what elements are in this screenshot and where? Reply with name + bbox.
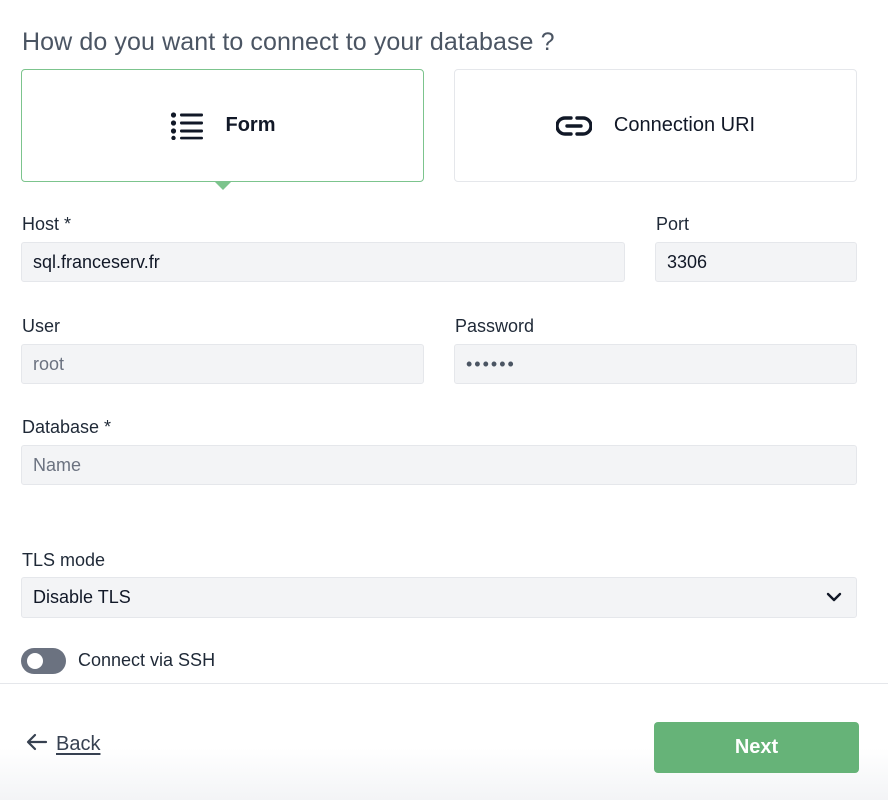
ssh-toggle[interactable] — [21, 648, 66, 674]
tls-mode-label: TLS mode — [22, 550, 106, 570]
back-link[interactable]: Back — [26, 733, 100, 756]
link-icon — [555, 115, 592, 136]
next-button[interactable]: Next — [654, 722, 859, 773]
page-title: How do you want to connect to your datab… — [22, 28, 555, 56]
database-input[interactable] — [21, 445, 857, 485]
back-label: Back — [56, 733, 101, 755]
ssh-toggle-label: Connect via SSH — [78, 650, 216, 670]
toggle-knob — [27, 653, 43, 669]
tls-mode-value: Disable TLS — [33, 587, 131, 607]
arrow-left-icon — [26, 733, 48, 756]
list-icon — [170, 111, 204, 140]
host-label: Host * — [22, 214, 72, 234]
method-form-label: Form — [225, 114, 276, 136]
port-label: Port — [656, 214, 690, 234]
method-uri-label: Connection URI — [613, 114, 756, 136]
password-input[interactable] — [454, 344, 857, 384]
chevron-down-icon — [826, 589, 842, 607]
tls-mode-select[interactable]: Disable TLS — [21, 577, 857, 618]
user-label: User — [22, 316, 61, 336]
method-card-connection-uri[interactable]: Connection URI — [454, 69, 857, 182]
password-label: Password — [455, 316, 535, 336]
database-label: Database * — [22, 417, 112, 437]
user-input[interactable] — [21, 344, 424, 384]
host-input[interactable] — [21, 242, 625, 282]
connect-database-page: How do you want to connect to your datab… — [0, 0, 888, 800]
port-input[interactable] — [655, 242, 857, 282]
method-card-form[interactable]: Form — [21, 69, 424, 190]
